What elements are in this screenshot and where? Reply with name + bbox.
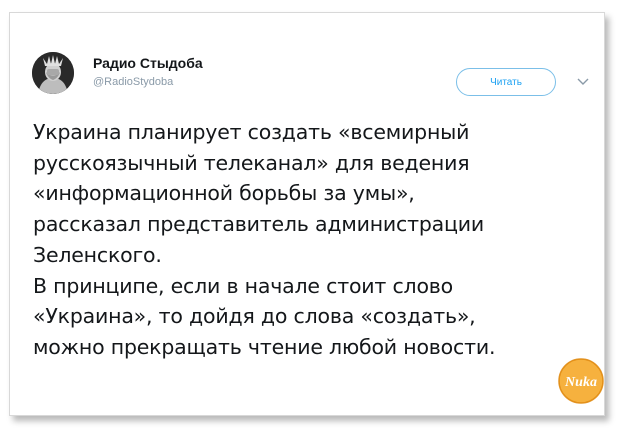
follow-button[interactable]: Читать [456, 68, 556, 96]
tweet-text-line: рассказал представитель администрации [33, 212, 485, 237]
tweet-text-line: «информационной борьбы за умы», [33, 181, 415, 206]
author-name[interactable]: Радио Стыдоба [93, 55, 203, 71]
avatar-image [32, 52, 74, 94]
watermark-text: Nuka [564, 375, 597, 390]
tweet-text-line: В принципе, если в начале стоит слово [33, 273, 454, 298]
tweet-text-line: Украина планирует создать «всемирный [33, 120, 470, 144]
tweet-text-line: Зеленского. [33, 242, 162, 267]
author-handle[interactable]: @RadioStydoba [93, 76, 173, 88]
avatar[interactable] [32, 52, 74, 94]
tweet-text-line: можно прекращать чтение любой новости. [33, 334, 496, 359]
screenshot-frame: Радио Стыдоба @RadioStydoba Читать Украи… [0, 0, 621, 431]
watermark-logo: Nuka [558, 358, 604, 404]
tweet-text-line: «Украина», то дойдя до слова «создать», [33, 304, 476, 329]
tweet-text: Украина планирует создать «всемирный рус… [33, 117, 593, 363]
tweet-text-line: русскоязычный телеканал» для ведения [33, 150, 470, 175]
chevron-down-icon[interactable] [577, 77, 589, 87]
